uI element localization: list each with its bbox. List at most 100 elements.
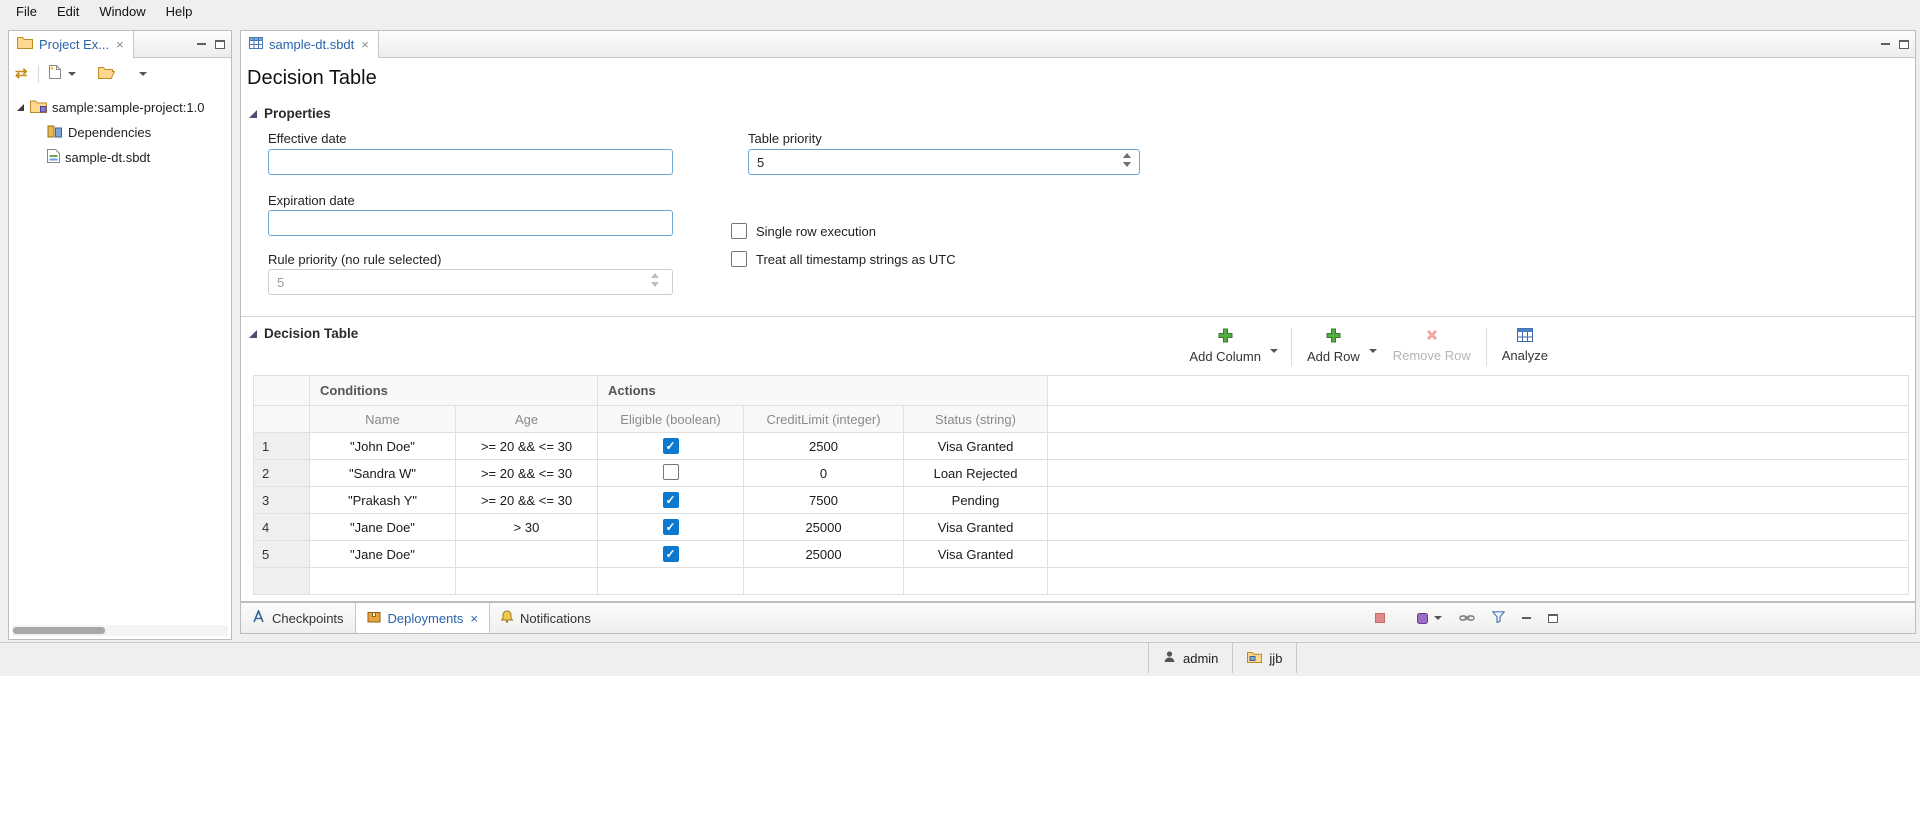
tree-item-project-root[interactable]: sample:sample-project:1.0	[9, 95, 231, 120]
age-cell[interactable]: > 30	[456, 514, 598, 541]
eligible-checkbox[interactable]: ✓	[663, 438, 679, 454]
section-collapse-icon[interactable]	[249, 330, 257, 338]
eligible-cell[interactable]	[598, 568, 744, 595]
credit-limit-cell[interactable]: 7500	[744, 487, 904, 514]
minimize-icon[interactable]	[1881, 43, 1890, 45]
horizontal-scrollbar[interactable]	[12, 625, 228, 636]
close-icon[interactable]: ×	[115, 38, 125, 51]
actions-group-header[interactable]: Actions	[598, 376, 1048, 406]
maximize-icon[interactable]	[215, 40, 225, 49]
row-number-cell[interactable]: 5	[254, 541, 310, 568]
tree-item-dependencies[interactable]: Dependencies	[9, 120, 231, 145]
properties-section-header[interactable]: Properties	[241, 106, 1915, 121]
age-cell[interactable]	[456, 541, 598, 568]
name-cell[interactable]: "Jane Doe"	[310, 541, 456, 568]
open-folder-icon[interactable]	[98, 66, 115, 82]
status-cell[interactable]: Pending	[904, 487, 1048, 514]
row-number-cell[interactable]: 1	[254, 433, 310, 460]
project-explorer-tab[interactable]: Project Ex... ×	[9, 31, 134, 57]
eligible-checkbox[interactable]: ✓	[663, 546, 679, 562]
status-cell[interactable]	[904, 568, 1048, 595]
view-menu-caret[interactable]	[139, 72, 147, 76]
age-cell[interactable]: >= 20 && <= 30	[456, 487, 598, 514]
name-cell[interactable]: "Jane Doe"	[310, 514, 456, 541]
column-header-name[interactable]: Name	[310, 406, 456, 433]
eligible-cell[interactable]: ✓	[598, 460, 744, 487]
add-column-dropdown-caret[interactable]	[1270, 349, 1278, 353]
age-cell[interactable]: >= 20 && <= 30	[456, 433, 598, 460]
conditions-group-header[interactable]: Conditions	[310, 376, 598, 406]
link-icon[interactable]	[1459, 611, 1475, 626]
tab-notifications[interactable]: Notifications	[490, 603, 602, 633]
stop-icon[interactable]	[1375, 613, 1385, 623]
section-collapse-icon[interactable]	[249, 110, 257, 118]
row-number-cell[interactable]	[254, 568, 310, 595]
tab-checkpoints[interactable]: Checkpoints	[241, 603, 355, 633]
spinner-down-icon[interactable]	[1123, 162, 1131, 167]
name-cell[interactable]: "Prakash Y"	[310, 487, 456, 514]
table-priority-input[interactable]	[748, 149, 1140, 175]
credit-limit-cell[interactable]: 25000	[744, 541, 904, 568]
menu-file[interactable]: File	[6, 3, 47, 20]
minimize-icon[interactable]	[197, 43, 206, 45]
name-cell[interactable]: "Sandra W"	[310, 460, 456, 487]
age-cell[interactable]	[456, 568, 598, 595]
spinner-up-icon[interactable]	[1123, 153, 1131, 158]
credit-limit-cell[interactable]: 0	[744, 460, 904, 487]
row-number-cell[interactable]: 3	[254, 487, 310, 514]
expanded-twistie-icon[interactable]	[17, 104, 24, 111]
new-file-dropdown-caret[interactable]	[68, 72, 76, 76]
menu-help[interactable]: Help	[156, 3, 203, 20]
new-file-icon[interactable]	[49, 65, 61, 82]
eligible-checkbox[interactable]: ✓	[663, 464, 679, 480]
scrollbar-thumb[interactable]	[13, 627, 105, 634]
status-cell[interactable]: Visa Granted	[904, 541, 1048, 568]
eligible-cell[interactable]: ✓	[598, 487, 744, 514]
treat-utc-checkbox[interactable]: ✓	[731, 251, 747, 267]
age-cell[interactable]: >= 20 && <= 30	[456, 460, 598, 487]
workspace-indicator[interactable]: jjb	[1232, 643, 1297, 673]
user-menu[interactable]: admin	[1148, 643, 1232, 673]
credit-limit-cell[interactable]	[744, 568, 904, 595]
link-with-editor-icon[interactable]: ⇄	[15, 66, 28, 81]
column-header-eligible[interactable]: Eligible (boolean)	[598, 406, 744, 433]
row-number-cell[interactable]: 2	[254, 460, 310, 487]
editor-tab-sample-dt[interactable]: sample-dt.sbdt ×	[241, 31, 379, 57]
column-header-status[interactable]: Status (string)	[904, 406, 1048, 433]
status-cell[interactable]: Visa Granted	[904, 433, 1048, 460]
deploy-dropdown-caret[interactable]	[1434, 616, 1442, 620]
credit-limit-cell[interactable]: 2500	[744, 433, 904, 460]
eligible-cell[interactable]: ✓	[598, 514, 744, 541]
single-row-execution-checkbox[interactable]: ✓	[731, 223, 747, 239]
maximize-icon[interactable]	[1548, 614, 1558, 623]
name-cell[interactable]	[310, 568, 456, 595]
effective-date-input[interactable]	[268, 149, 673, 175]
deploy-menu-button[interactable]	[1416, 612, 1442, 625]
table-priority-spinner[interactable]	[1123, 153, 1131, 167]
column-header-age[interactable]: Age	[456, 406, 598, 433]
maximize-icon[interactable]	[1899, 40, 1909, 49]
close-icon[interactable]: ×	[470, 611, 478, 626]
tab-deployments[interactable]: Deployments ×	[355, 603, 490, 633]
menu-edit[interactable]: Edit	[47, 3, 89, 20]
eligible-checkbox[interactable]: ✓	[663, 519, 679, 535]
eligible-checkbox[interactable]: ✓	[663, 492, 679, 508]
expiration-date-input[interactable]	[268, 210, 673, 236]
status-cell[interactable]: Visa Granted	[904, 514, 1048, 541]
column-header-credit-limit[interactable]: CreditLimit (integer)	[744, 406, 904, 433]
analyze-button[interactable]: Analyze	[1500, 326, 1550, 365]
eligible-cell[interactable]: ✓	[598, 541, 744, 568]
add-row-button[interactable]: Add Row	[1305, 326, 1362, 366]
row-number-cell[interactable]: 4	[254, 514, 310, 541]
status-cell[interactable]: Loan Rejected	[904, 460, 1048, 487]
close-icon[interactable]: ×	[360, 38, 370, 51]
add-row-dropdown-caret[interactable]	[1369, 349, 1377, 353]
tree-item-sample-dt[interactable]: sample-dt.sbdt	[9, 145, 231, 170]
menu-window[interactable]: Window	[89, 3, 155, 20]
filter-icon[interactable]	[1492, 611, 1505, 626]
minimize-icon[interactable]	[1522, 617, 1531, 619]
name-cell[interactable]: "John Doe"	[310, 433, 456, 460]
eligible-cell[interactable]: ✓	[598, 433, 744, 460]
add-column-button[interactable]: Add Column	[1187, 326, 1263, 366]
credit-limit-cell[interactable]: 25000	[744, 514, 904, 541]
